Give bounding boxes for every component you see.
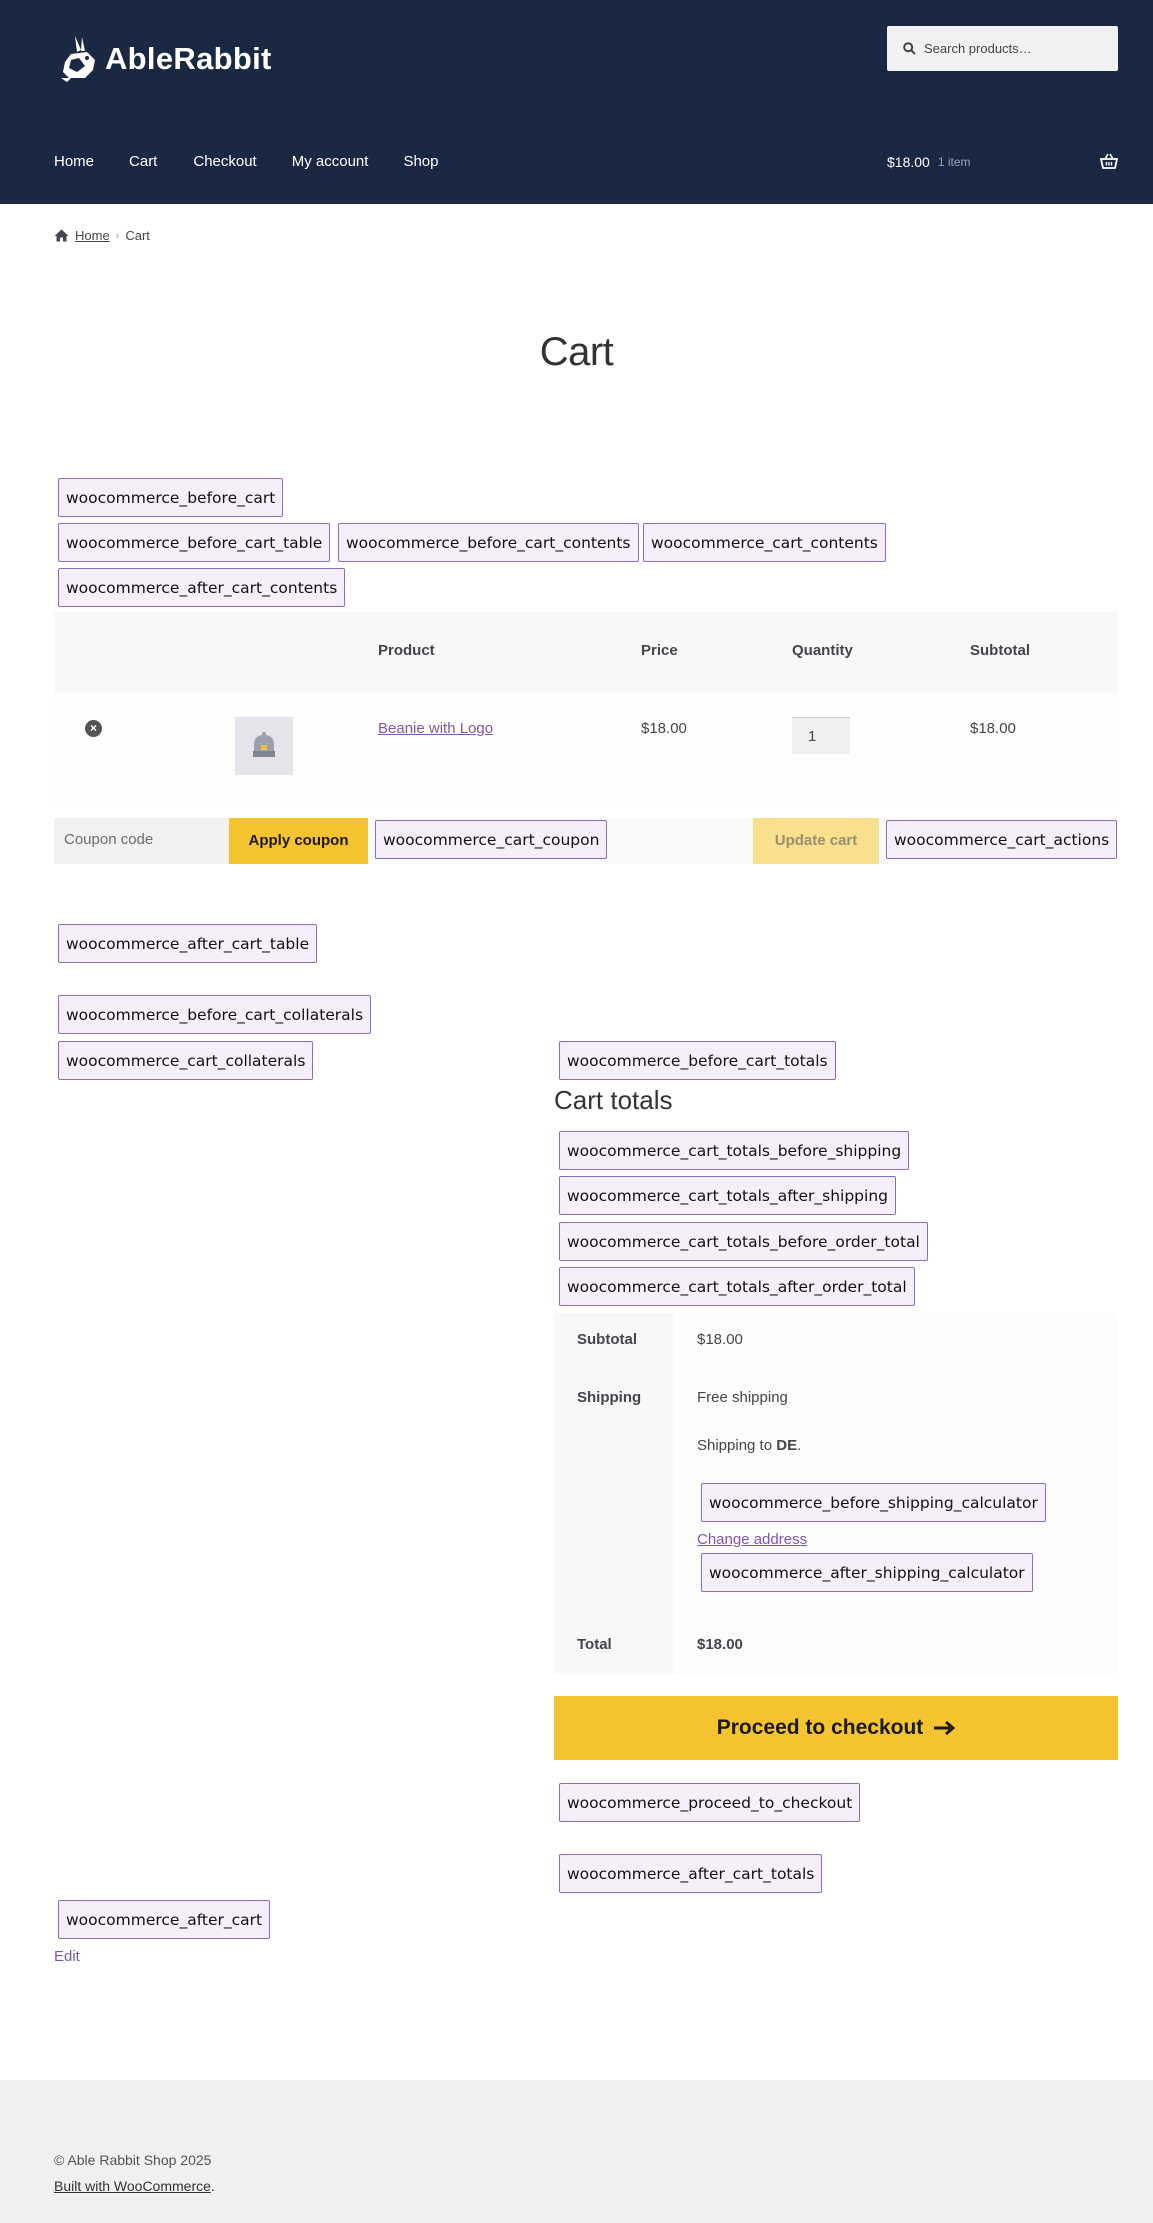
table-row: × Beanie with Logo $18.00 1 $18.00	[54, 692, 1118, 802]
rabbit-logo-icon	[61, 36, 95, 82]
hook-after-shipping-calculator: woocommerce_after_shipping_calculator	[701, 1553, 1033, 1592]
hook-cart-contents: woocommerce_cart_contents	[643, 523, 886, 562]
built-with-woocommerce-link[interactable]: Built with WooCommerce	[54, 2178, 211, 2194]
beanie-image	[253, 732, 275, 757]
search-input[interactable]: Search products…	[887, 26, 1118, 71]
hook-cart-collaterals: woocommerce_cart_collaterals	[58, 1041, 314, 1080]
edit-link[interactable]: Edit	[54, 1948, 80, 1965]
hook-proceed-to-checkout: woocommerce_proceed_to_checkout	[559, 1783, 861, 1822]
product-subtotal: $18.00	[970, 720, 1016, 737]
home-icon	[54, 229, 69, 242]
built-suffix: .	[210, 2178, 215, 2194]
primary-nav: Home Cart Checkout My account Shop	[54, 153, 473, 170]
totals-row-subtotal: Subtotal $18.00	[554, 1313, 1118, 1369]
shipping-to-country: DE	[776, 1437, 798, 1454]
nav-item-shop[interactable]: Shop	[403, 153, 438, 170]
hook-after-cart: woocommerce_after_cart	[58, 1900, 271, 1939]
hook-after-cart-contents: woocommerce_after_cart_contents	[58, 568, 346, 607]
hook-totals-after-order-total: woocommerce_cart_totals_after_order_tota…	[559, 1267, 915, 1306]
hook-totals-after-shipping: woocommerce_cart_totals_after_shipping	[559, 1176, 896, 1215]
shipping-to-suffix: .	[797, 1437, 802, 1454]
site-footer: © Able Rabbit Shop 2025 Built with WooCo…	[0, 2080, 1153, 2223]
site-logo[interactable]: AbleRabbit	[57, 34, 272, 84]
arrow-right-icon	[934, 1720, 956, 1736]
totals-total-label: Total	[554, 1616, 674, 1674]
column-header-price: Price	[641, 642, 678, 659]
remove-item-icon[interactable]: ×	[85, 720, 102, 737]
hook-after-cart-totals: woocommerce_after_cart_totals	[559, 1854, 823, 1893]
shipping-destination: Shipping to DE.	[697, 1437, 801, 1454]
totals-total-value: $18.00	[674, 1616, 1118, 1674]
hook-before-cart-totals: woocommerce_before_cart_totals	[559, 1041, 836, 1080]
update-cart-button[interactable]: Update cart	[753, 818, 879, 864]
proceed-to-checkout-button[interactable]: Proceed to checkout	[554, 1696, 1118, 1760]
totals-subtotal-value: $18.00	[674, 1313, 1118, 1369]
footer-built-with: Built with WooCommerce.	[54, 2178, 215, 2194]
mini-cart-amount: $18.00	[887, 154, 930, 170]
breadcrumb-separator-icon: ›	[115, 229, 120, 242]
nav-item-home[interactable]: Home	[54, 153, 94, 170]
column-header-subtotal: Subtotal	[970, 642, 1030, 659]
basket-icon	[1100, 153, 1118, 169]
mini-cart[interactable]: $18.00 1 item	[887, 153, 1118, 170]
column-header-quantity: Quantity	[792, 642, 853, 659]
cart-totals-title: Cart totals	[554, 1085, 673, 1115]
mini-cart-count: 1 item	[937, 155, 971, 169]
hook-cart-actions: woocommerce_cart_actions	[886, 820, 1118, 859]
hook-totals-before-shipping: woocommerce_cart_totals_before_shipping	[559, 1131, 910, 1170]
totals-shipping-label: Shipping	[554, 1369, 674, 1616]
apply-coupon-button[interactable]: Apply coupon	[229, 818, 368, 864]
product-thumbnail[interactable]	[235, 717, 293, 775]
hook-before-cart: woocommerce_before_cart	[58, 478, 284, 517]
logo-text: AbleRabbit	[105, 41, 272, 76]
totals-row-total: Total $18.00	[554, 1616, 1118, 1674]
site-header: AbleRabbit Search products… Home Cart Ch…	[0, 0, 1153, 204]
hook-cart-coupon: woocommerce_cart_coupon	[375, 820, 608, 859]
product-link[interactable]: Beanie with Logo	[378, 720, 493, 737]
quantity-input[interactable]: 1	[792, 717, 850, 754]
nav-item-my-account[interactable]: My account	[292, 153, 369, 170]
hook-totals-before-order-total: woocommerce_cart_totals_before_order_tot…	[559, 1222, 928, 1261]
breadcrumb: Home › Cart	[54, 228, 150, 243]
page-title: Cart	[539, 330, 614, 374]
hook-before-cart-contents: woocommerce_before_cart_contents	[338, 523, 639, 562]
shipping-method: Free shipping	[697, 1389, 788, 1406]
coupon-code-input[interactable]: Coupon code	[54, 818, 229, 864]
change-address-link[interactable]: Change address	[697, 1531, 807, 1548]
nav-item-checkout[interactable]: Checkout	[193, 153, 256, 170]
hook-before-cart-collaterals: woocommerce_before_cart_collaterals	[58, 995, 372, 1034]
column-header-product: Product	[378, 642, 435, 659]
shipping-to-prefix: Shipping to	[697, 1437, 773, 1454]
breadcrumb-current: Cart	[125, 228, 150, 243]
checkout-button-label: Proceed to checkout	[716, 1716, 924, 1739]
search-icon	[903, 42, 916, 55]
search-placeholder: Search products…	[924, 41, 1032, 56]
nav-item-cart[interactable]: Cart	[129, 153, 157, 170]
hook-after-cart-table: woocommerce_after_cart_table	[58, 924, 318, 963]
product-price: $18.00	[641, 720, 687, 737]
hook-before-shipping-calculator: woocommerce_before_shipping_calculator	[701, 1483, 1046, 1522]
hook-before-cart-table: woocommerce_before_cart_table	[58, 523, 331, 562]
cart-table-header: Product Price Quantity Subtotal	[54, 612, 1118, 692]
totals-subtotal-label: Subtotal	[554, 1313, 674, 1369]
breadcrumb-home-link[interactable]: Home	[75, 228, 110, 243]
footer-copyright: © Able Rabbit Shop 2025	[54, 2152, 212, 2168]
